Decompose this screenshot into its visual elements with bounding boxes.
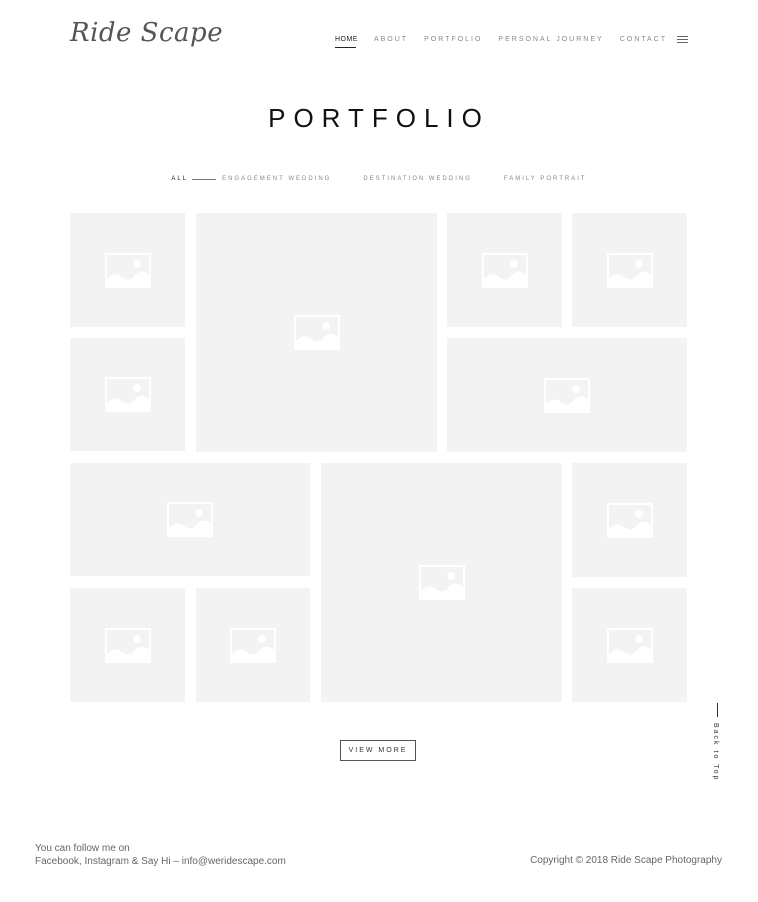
- nav-home[interactable]: HOME: [334, 36, 358, 48]
- gallery-item[interactable]: [70, 588, 185, 702]
- main-nav: HOME ABOUT PORTFOLIO PERSONAL JOURNEY CO…: [319, 36, 688, 48]
- gallery-item[interactable]: [447, 338, 687, 452]
- gallery-item[interactable]: [70, 463, 310, 576]
- gallery-item[interactable]: [572, 213, 687, 327]
- filter-engagement-wedding[interactable]: ENGAGEMENT WEDDING: [222, 176, 331, 182]
- back-to-top-label: Back to Top: [712, 723, 719, 782]
- image-placeholder-icon: [167, 502, 213, 537]
- portfolio-filters: ALL ENGAGEMENT WEDDING DESTINATION WEDDI…: [0, 176, 758, 182]
- gallery-item[interactable]: [572, 463, 687, 577]
- footer-line-1: You can follow me on: [35, 843, 130, 854]
- footer-line-2[interactable]: Facebook, Instagram & Say Hi – info@weri…: [35, 855, 286, 868]
- image-placeholder-icon: [104, 627, 151, 663]
- filter-destination-wedding[interactable]: DESTINATION WEDDING: [363, 176, 472, 182]
- gallery-item[interactable]: [572, 588, 687, 702]
- gallery-item[interactable]: [447, 213, 562, 327]
- view-more-button[interactable]: VIEW MORE: [340, 740, 416, 761]
- image-placeholder-icon: [293, 315, 340, 350]
- image-placeholder-icon: [104, 252, 151, 288]
- image-placeholder-icon: [606, 627, 653, 663]
- nav-about[interactable]: ABOUT: [374, 36, 408, 46]
- gallery-item[interactable]: [70, 338, 185, 451]
- back-to-top-line: [717, 703, 718, 717]
- gallery-item[interactable]: [196, 588, 310, 702]
- gallery-item[interactable]: [321, 463, 562, 702]
- site-logo[interactable]: Ride Scape: [70, 18, 223, 48]
- nav-personal-journey[interactable]: PERSONAL JOURNEY: [498, 36, 603, 46]
- filter-family-portrait[interactable]: FAMILY PORTRAIT: [504, 176, 587, 182]
- footer-copyright: Copyright © 2018 Ride Scape Photography: [530, 855, 722, 866]
- nav-portfolio[interactable]: PORTFOLIO: [424, 36, 482, 46]
- back-to-top[interactable]: Back to Top: [710, 703, 726, 787]
- image-placeholder-icon: [606, 252, 653, 288]
- image-placeholder-icon: [606, 502, 653, 538]
- image-placeholder-icon: [544, 377, 590, 413]
- nav-contact[interactable]: CONTACT: [620, 36, 667, 46]
- footer-follow: You can follow me on Facebook, Instagram…: [35, 842, 286, 868]
- gallery-item[interactable]: [70, 213, 185, 327]
- gallery-item[interactable]: [196, 213, 437, 452]
- image-placeholder-icon: [230, 627, 276, 663]
- page-title: PORTFOLIO: [268, 103, 490, 133]
- hamburger-icon[interactable]: [677, 36, 688, 44]
- image-placeholder-icon: [418, 565, 465, 600]
- image-placeholder-icon: [104, 377, 151, 412]
- filter-all[interactable]: ALL: [171, 176, 216, 182]
- image-placeholder-icon: [481, 252, 528, 288]
